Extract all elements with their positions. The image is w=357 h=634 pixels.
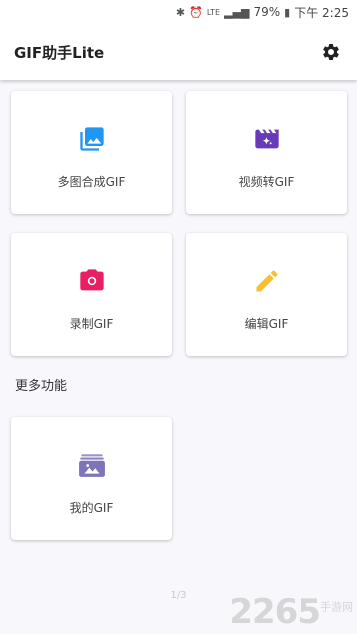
card-label: 多图合成GIF: [57, 175, 126, 189]
battery-icon: ▮: [284, 5, 291, 19]
pencil-icon: [253, 267, 281, 295]
alarm-icon: ⏰: [189, 5, 203, 19]
gallery-folder-icon: [78, 451, 106, 479]
card-my-gif[interactable]: 我的GIF: [11, 417, 172, 540]
bluetooth-icon: ✱: [175, 5, 186, 19]
network-type: LTE: [206, 7, 221, 17]
card-label: 我的GIF: [69, 501, 114, 515]
clock: 下午 2:25: [294, 5, 349, 20]
movie-clapper-icon: [253, 125, 281, 153]
card-label: 编辑GIF: [244, 317, 289, 331]
gear-icon: [323, 43, 339, 60]
card-label: 视频转GIF: [238, 175, 295, 189]
watermark-sub: 手游网: [320, 600, 353, 614]
battery-level: 79%: [253, 5, 281, 19]
app-title: GIF助手Lite: [14, 43, 105, 62]
card-edit-gif[interactable]: 编辑GIF: [186, 233, 347, 356]
watermark-logo: 2265手游网: [229, 592, 353, 632]
watermark-main: 2265: [229, 592, 321, 632]
card-video-to-gif[interactable]: 视频转GIF: [186, 91, 347, 214]
camera-icon: [78, 267, 106, 295]
section-title-more-features: 更多功能: [15, 379, 68, 394]
card-label: 录制GIF: [69, 317, 114, 331]
card-record-gif[interactable]: 录制GIF: [11, 233, 172, 356]
signal-icon: ▂▄▆: [224, 5, 250, 19]
app-bar: GIF助手Lite: [0, 24, 357, 80]
photo-library-icon: [78, 125, 106, 153]
status-bar: ✱ ⏰ LTE ▂▄▆ 79% ▮ 下午 2:25: [0, 0, 357, 24]
settings-button[interactable]: [319, 40, 343, 64]
card-multi-image-gif[interactable]: 多图合成GIF: [11, 91, 172, 214]
